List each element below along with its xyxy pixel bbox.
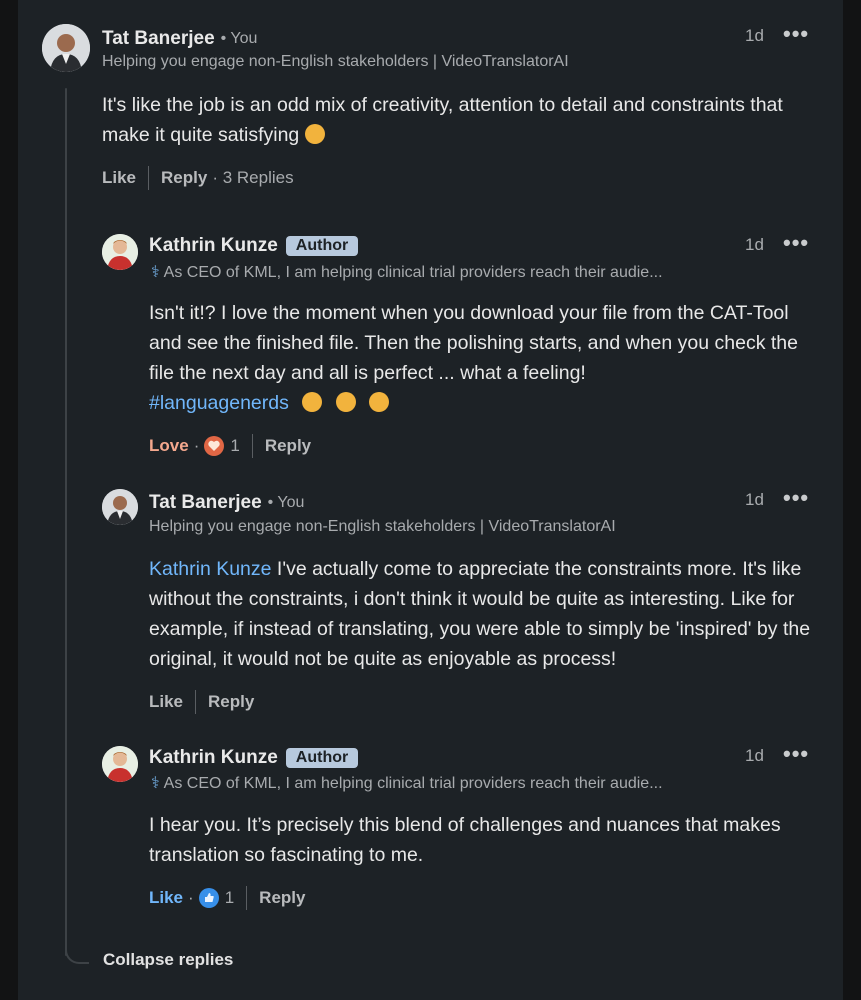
love-reaction-icon[interactable] <box>204 436 225 456</box>
timestamp: 1d <box>745 26 764 45</box>
author-headline: Helping you engage non-English stakehold… <box>149 518 616 535</box>
you-tag: • You <box>220 30 258 47</box>
reply-button[interactable]: Reply <box>161 168 207 188</box>
more-options-icon[interactable]: ••• <box>783 743 809 765</box>
divider <box>251 434 253 458</box>
divider <box>148 166 150 190</box>
mention-link[interactable]: Kathrin Kunze <box>149 558 272 580</box>
avatar[interactable] <box>102 746 138 782</box>
more-options-icon[interactable]: ••• <box>783 232 809 254</box>
like-button[interactable]: Like <box>149 692 183 712</box>
reply-button[interactable]: Reply <box>259 888 305 908</box>
author-name[interactable]: Tat Banerjee <box>149 492 262 514</box>
caduceus-icon: ⚕ <box>151 264 160 281</box>
comment-text: Isn't it!? I love the moment when you do… <box>149 302 798 414</box>
author-name[interactable]: Tat Banerjee <box>102 28 215 50</box>
like-reaction-button[interactable]: Like <box>149 888 183 908</box>
reaction-count[interactable]: 1 <box>230 436 239 456</box>
timestamp: 1d <box>745 746 764 765</box>
divider <box>195 690 197 714</box>
reply-button[interactable]: Reply <box>265 436 311 456</box>
avatar[interactable] <box>102 489 138 525</box>
love-reaction-button[interactable]: Love <box>149 436 189 456</box>
separator-dot: · <box>193 436 200 455</box>
comment-text: I hear you. It’s precisely this blend of… <box>149 814 781 866</box>
caduceus-icon: ⚕ <box>151 775 160 792</box>
reaction-count[interactable]: 1 <box>225 888 234 908</box>
author-badge: Author <box>285 236 359 256</box>
author-badge: Author <box>285 748 359 768</box>
relieved-face-emoji <box>305 124 326 144</box>
author-headline: Helping you engage non-English stakehold… <box>102 53 569 70</box>
comment-text: Kathrin Kunze I've actually come to appr… <box>149 558 811 670</box>
divider <box>246 886 248 910</box>
star-struck-emoji <box>369 392 390 412</box>
reply-button[interactable]: Reply <box>208 692 254 712</box>
thumbs-up-reaction-icon[interactable] <box>198 888 219 908</box>
more-options-icon[interactable]: ••• <box>783 487 809 509</box>
replies-count[interactable]: · 3 Replies <box>212 168 293 188</box>
collapse-replies-button[interactable]: Collapse replies <box>103 950 233 970</box>
author-name[interactable]: Kathrin Kunze <box>149 235 278 257</box>
thread-line <box>65 88 67 956</box>
author-name[interactable]: Kathrin Kunze <box>149 747 278 769</box>
avatar[interactable] <box>42 24 90 72</box>
timestamp: 1d <box>745 235 764 254</box>
you-tag: • You <box>267 494 305 511</box>
avatar[interactable] <box>102 234 138 270</box>
star-struck-emoji <box>335 392 356 412</box>
timestamp: 1d <box>745 490 764 509</box>
star-struck-emoji <box>302 392 323 412</box>
more-options-icon[interactable]: ••• <box>783 23 809 45</box>
like-button[interactable]: Like <box>102 168 136 188</box>
comment-text: It's like the job is an odd mix of creat… <box>102 94 783 146</box>
separator-dot: · <box>188 888 194 907</box>
author-headline: ⚕ As CEO of KML, I am helping clinical tr… <box>151 775 663 792</box>
author-headline: ⚕ As CEO of KML, I am helping clinical tr… <box>151 264 663 281</box>
hashtag-link[interactable]: #languagenerds <box>149 392 289 414</box>
